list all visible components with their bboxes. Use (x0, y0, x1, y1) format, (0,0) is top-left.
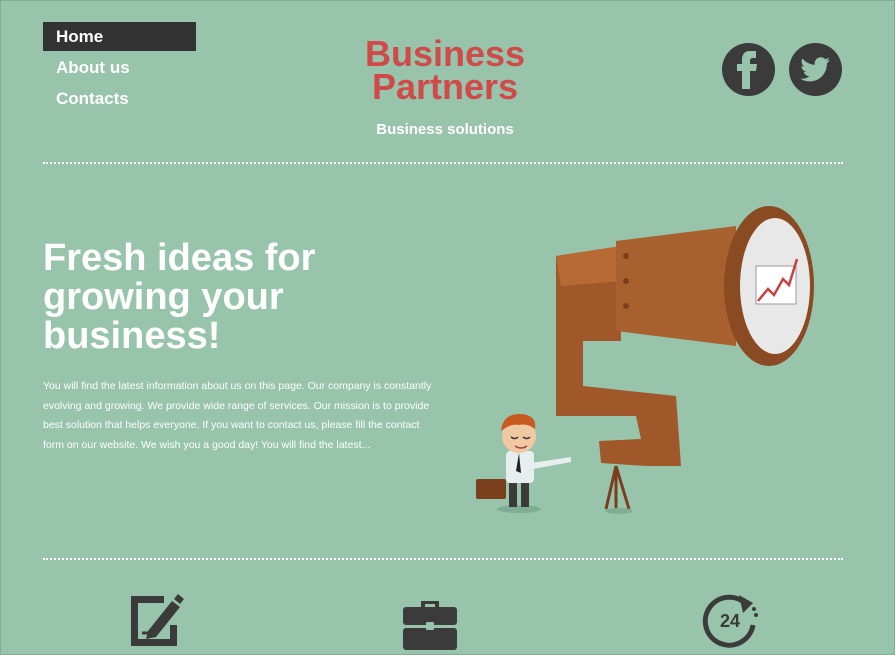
telescope-businessman-illustration (476, 206, 814, 514)
page: Home About us Contacts Business Partners… (0, 0, 895, 655)
24-hours-icon: 24 (702, 594, 758, 648)
nav-item-contacts[interactable]: Contacts (43, 84, 196, 113)
header-divider (43, 162, 843, 164)
site-logo[interactable]: Business Partners (345, 36, 545, 107)
twitter-icon[interactable] (789, 43, 842, 96)
nav-item-home[interactable]: Home (43, 22, 196, 51)
facebook-icon[interactable] (722, 43, 775, 96)
edit-icon (131, 594, 184, 646)
24-hours-label: 24 (720, 611, 740, 631)
content-divider (43, 558, 843, 560)
nav-item-about-us[interactable]: About us (43, 53, 196, 82)
hero-text: You will find the latest information abo… (43, 380, 432, 451)
briefcase-icon (403, 601, 457, 650)
main-nav: Home About us Contacts (43, 22, 196, 115)
site-tagline: Business solutions (376, 121, 514, 138)
logo-line-2: Partners (371, 66, 519, 107)
hero-title: Fresh ideas for growing your business! (43, 237, 316, 357)
